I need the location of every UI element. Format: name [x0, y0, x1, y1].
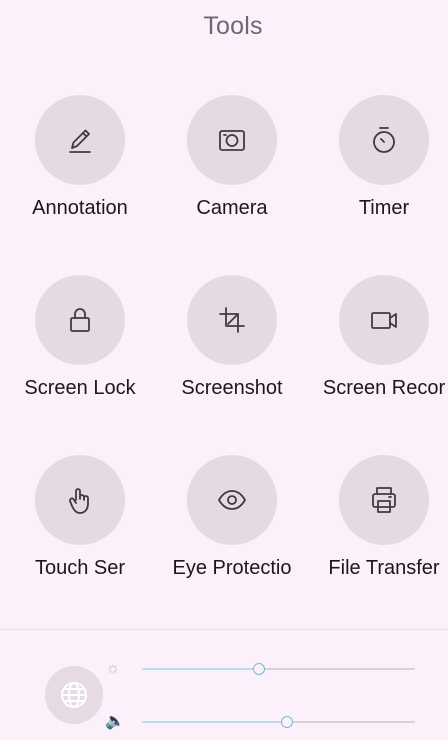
volume-fill: [142, 721, 287, 723]
file-transfer-button[interactable]: [339, 455, 429, 545]
brightness-thumb[interactable]: [253, 663, 266, 675]
timer-button[interactable]: [339, 95, 429, 185]
touch-button[interactable]: [35, 455, 125, 545]
eye-icon: [218, 490, 246, 510]
tool-label: Touch Ser: [34, 557, 126, 579]
tool-screen-lock[interactable]: Screen Lock: [4, 275, 154, 425]
tool-label: File Transfer: [328, 557, 440, 579]
video-camera-icon: [371, 312, 397, 329]
tool-label: Screen Lock: [24, 377, 136, 399]
tool-screenshot[interactable]: Screenshot: [156, 275, 306, 425]
touch-hand-icon: [69, 488, 89, 514]
camera-button[interactable]: [187, 95, 277, 185]
tool-touch[interactable]: Touch Ser: [4, 455, 154, 605]
tool-annotation[interactable]: Annotation: [4, 95, 154, 245]
globe-icon: [61, 682, 87, 708]
divider: [0, 629, 448, 630]
crop-icon: [219, 307, 245, 333]
tool-file-transfer[interactable]: File Transfer: [308, 455, 448, 605]
brightness-track[interactable]: [142, 663, 415, 675]
tool-label: Eye Protectio: [172, 557, 292, 579]
brightness-fill: [142, 668, 260, 670]
volume-slider[interactable]: 🔈: [105, 709, 415, 735]
pencil-icon: [69, 129, 91, 153]
tools-panel: Tools Annotation Camera Timer Screen Loc…: [0, 0, 448, 740]
globe-button[interactable]: [45, 666, 103, 724]
stopwatch-icon: [373, 127, 395, 153]
lock-icon: [70, 308, 90, 332]
tool-label: Screen Recor: [322, 377, 446, 399]
printer-icon: [372, 487, 396, 513]
speaker-icon: 🔈: [105, 713, 125, 730]
screenshot-button[interactable]: [187, 275, 277, 365]
tool-label: Screenshot: [181, 377, 283, 399]
panel-title: Tools: [203, 12, 263, 40]
eye-protection-button[interactable]: [187, 455, 277, 545]
tool-label: Timer: [358, 197, 410, 219]
volume-thumb[interactable]: [280, 716, 293, 728]
annotation-button[interactable]: [35, 95, 125, 185]
tool-label: Camera: [196, 197, 268, 219]
sun-icon: ☼: [105, 660, 121, 677]
screen-record-button[interactable]: [339, 275, 429, 365]
screen-lock-button[interactable]: [35, 275, 125, 365]
brightness-slider[interactable]: ☼: [105, 656, 415, 682]
camera-icon: [219, 130, 245, 151]
tool-camera[interactable]: Camera: [156, 95, 306, 245]
tool-eye-protection[interactable]: Eye Protectio: [156, 455, 306, 605]
tool-screen-record[interactable]: Screen Recor: [308, 275, 448, 425]
tool-timer[interactable]: Timer: [308, 95, 448, 245]
tool-label: Annotation: [32, 197, 128, 219]
volume-track[interactable]: [142, 716, 415, 728]
